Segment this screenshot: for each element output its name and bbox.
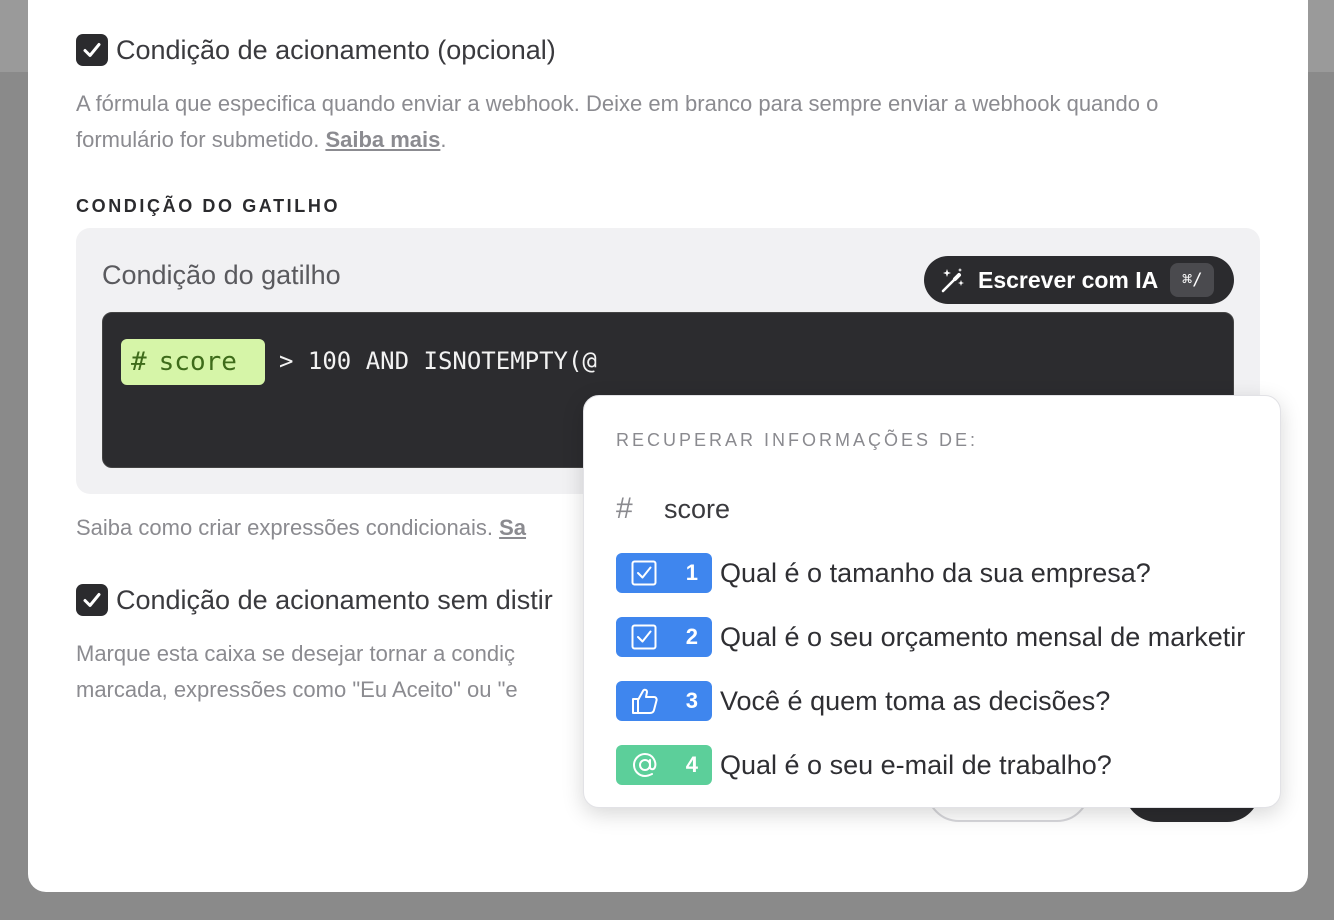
question-badge: 3 (616, 681, 712, 721)
dropdown-item-question-1[interactable]: 1 Qual é o tamanho da sua empresa? (616, 553, 1151, 593)
dropdown-item-label: Você é quem toma as decisões? (720, 685, 1111, 716)
checkmark-icon (83, 593, 101, 607)
token-label: score (158, 347, 237, 377)
dropdown-item-label: Qual é o seu orçamento mensal de marketi… (720, 621, 1246, 652)
dropdown-item-question-3[interactable]: 3 Você é quem toma as decisões? (616, 681, 1110, 721)
hash-icon: # (616, 492, 633, 525)
keyboard-shortcut-badge: ⌘/ (1170, 263, 1215, 297)
panel-title: Condição do gatilho (102, 260, 341, 290)
dropdown-item-label: Qual é o tamanho da sua empresa? (720, 557, 1151, 588)
at-sign-icon (632, 752, 657, 778)
hash-icon: # (131, 347, 147, 377)
score-variable-token[interactable]: # score (121, 339, 265, 385)
field-autocomplete-dropdown: RECUPERAR INFORMAÇÕES DE: # score 1 Qual… (583, 395, 1281, 808)
learn-more-link[interactable]: Saiba mais (325, 127, 440, 152)
dropdown-item-question-2[interactable]: 2 Qual é o seu orçamento mensal de marke… (616, 617, 1245, 657)
trigger-condition-help: A fórmula que especifica quando enviar a… (76, 91, 1159, 152)
case-insensitive-checkbox[interactable] (76, 584, 108, 616)
trigger-condition-checkbox[interactable] (76, 34, 108, 66)
magic-wand-sparkles-icon (941, 268, 964, 293)
write-with-ai-button[interactable]: Escrever com IA ⌘/ (924, 256, 1234, 304)
dropdown-item-score[interactable]: # score (616, 489, 730, 529)
dropdown-item-label: Qual é o seu e-mail de trabalho? (720, 749, 1112, 780)
dropdown-item-question-4[interactable]: 4 Qual é o seu e-mail de trabalho? (616, 745, 1112, 785)
dropdown-heading: RECUPERAR INFORMAÇÕES DE: (616, 430, 979, 450)
trigger-condition-label[interactable]: Condição de acionamento (opcional) (116, 35, 556, 66)
write-with-ai-label: Escrever com IA (978, 266, 1159, 293)
expressions-learn-more-link[interactable]: Sa (499, 515, 526, 540)
expressions-help: Saiba como criar expressões condicionais… (76, 515, 527, 540)
case-insensitive-label[interactable]: Condição de acionamento sem distir (116, 585, 553, 616)
checkbox-icon (631, 560, 657, 586)
dropdown-item-label: score (664, 493, 731, 524)
formula-code: > 100 AND ISNOTEMPTY(@ (279, 347, 597, 375)
question-badge: 2 (616, 617, 712, 657)
question-badge: 4 (616, 745, 712, 785)
thumbs-up-icon (632, 688, 658, 714)
question-badge: 1 (616, 553, 712, 593)
case-insensitive-help: Marque esta caixa se desejar tornar a co… (76, 641, 518, 702)
section-title: CONDIÇÃO DO GATILHO (76, 196, 341, 216)
checkbox-icon (631, 624, 657, 650)
checkmark-icon (83, 43, 101, 57)
